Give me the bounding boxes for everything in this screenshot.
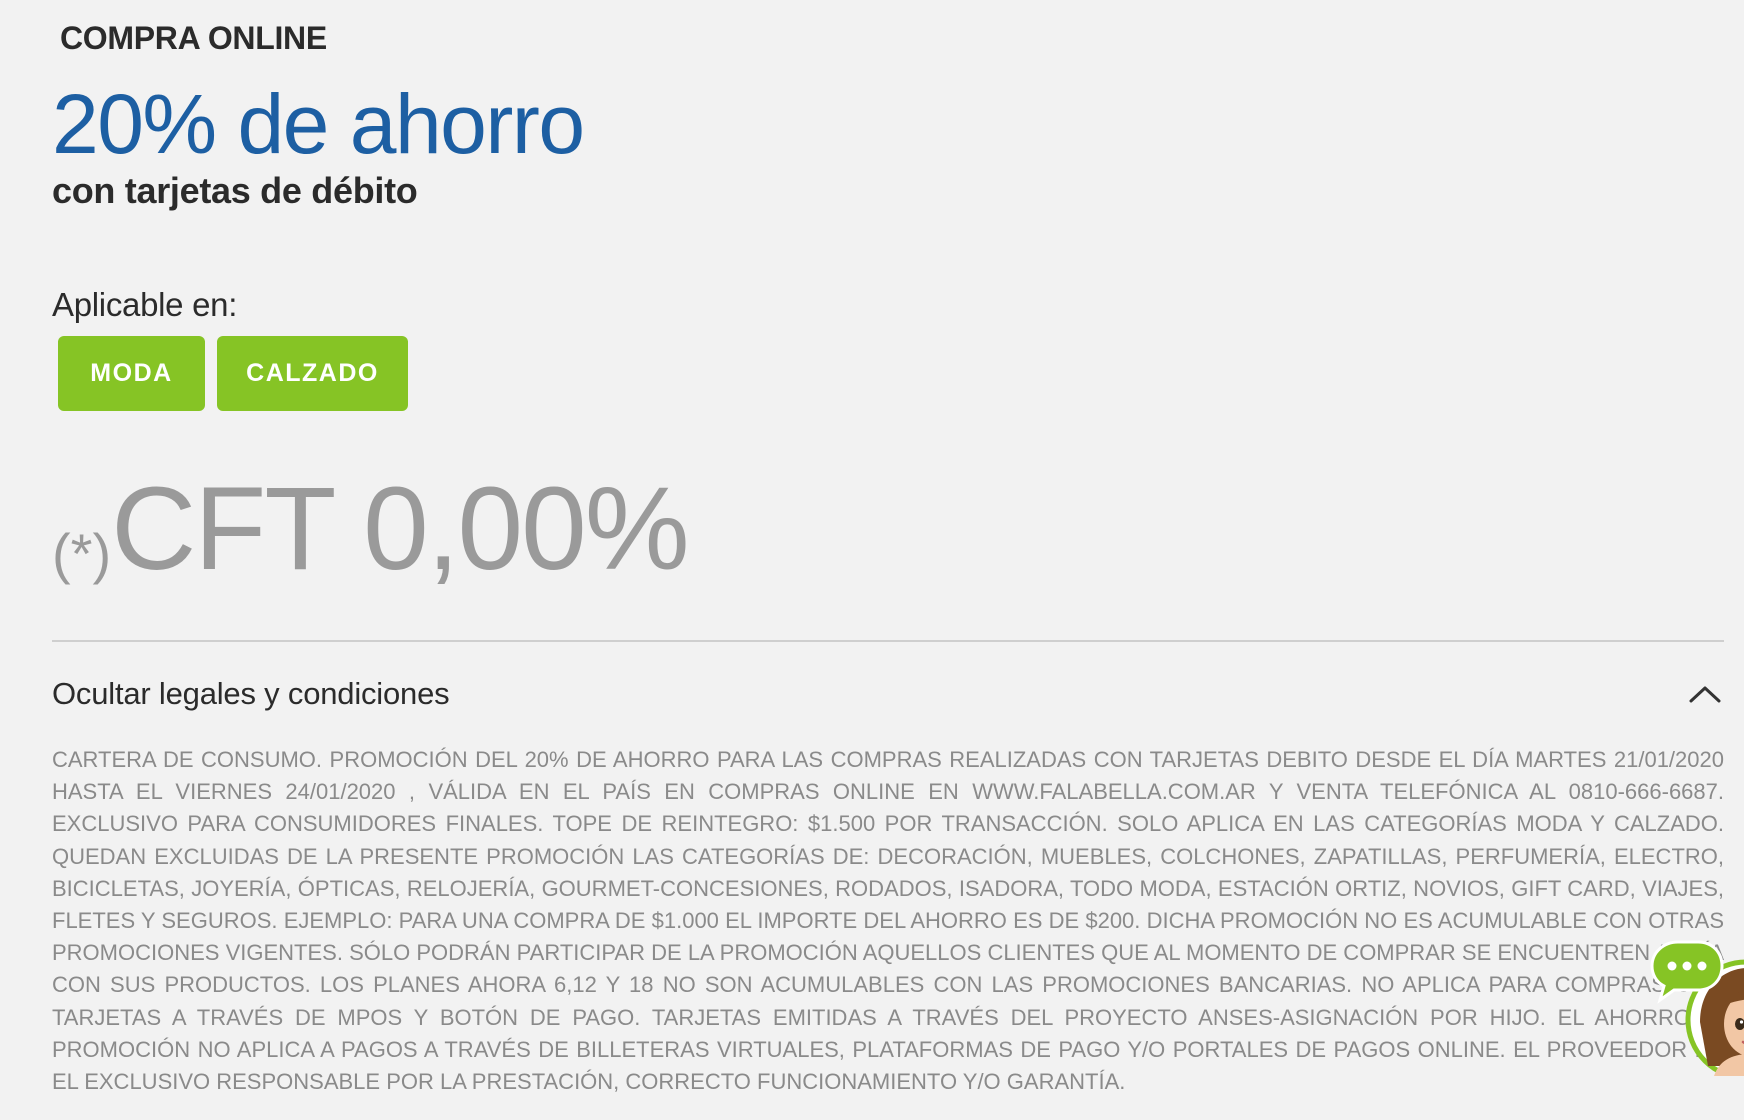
promo-channel: COMPRA ONLINE: [60, 20, 327, 56]
section-divider: [52, 640, 1724, 642]
promo-subheadline: con tarjetas de débito: [52, 170, 418, 211]
applicable-label: Aplicable en:: [52, 286, 238, 323]
cft-rate: (*)CFT 0,00%: [52, 470, 690, 588]
category-chip-calzado[interactable]: CALZADO: [217, 336, 408, 411]
legal-toggle-label: Ocultar legales y condiciones: [52, 676, 450, 711]
chevron-up-icon[interactable]: [1688, 683, 1722, 705]
legal-toggle[interactable]: Ocultar legales y condiciones: [52, 672, 1724, 716]
category-chips: MODA CALZADO: [58, 336, 408, 411]
category-chip-moda[interactable]: MODA: [58, 336, 205, 411]
chat-assistant-icon[interactable]: [1648, 936, 1744, 1076]
cft-value: CFT 0,00%: [111, 463, 690, 595]
legal-text: CARTERA DE CONSUMO. PROMOCIÓN DEL 20% DE…: [52, 747, 1724, 1095]
cft-footnote-marker: (*): [52, 522, 112, 585]
promo-headline: 20% de ahorro: [52, 77, 585, 171]
